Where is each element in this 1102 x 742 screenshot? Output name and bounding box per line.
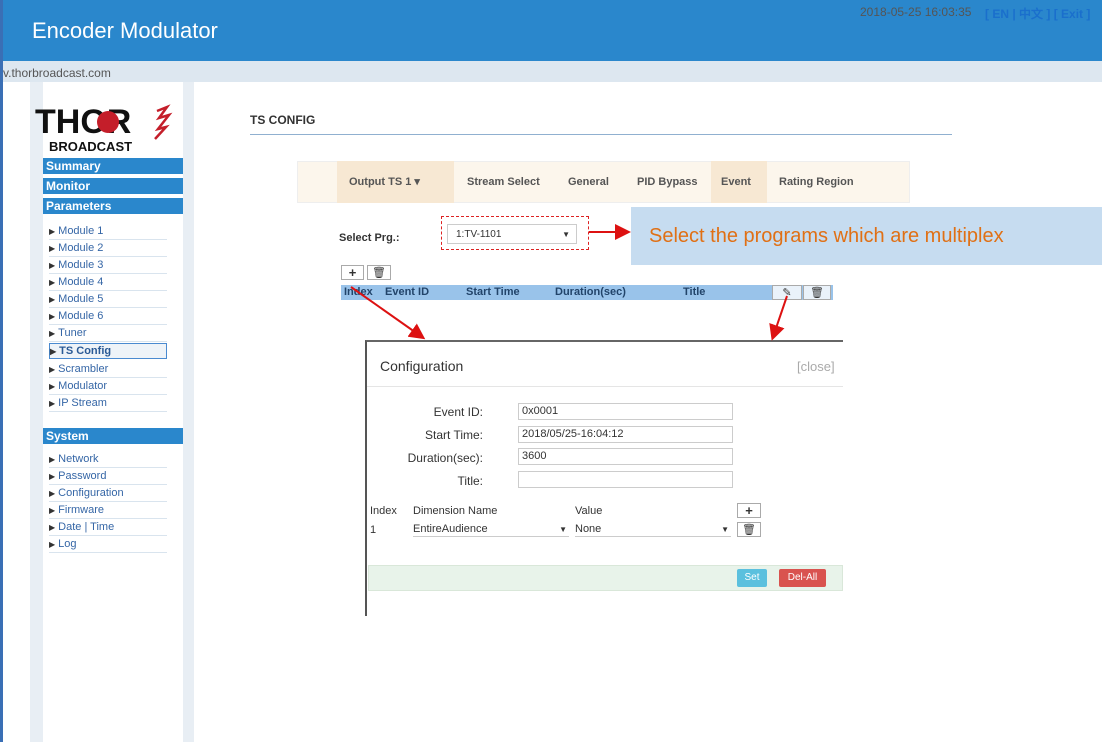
add-arrow	[350, 286, 426, 340]
annotation-arrows	[350, 224, 788, 341]
edit-arrow	[769, 295, 788, 341]
